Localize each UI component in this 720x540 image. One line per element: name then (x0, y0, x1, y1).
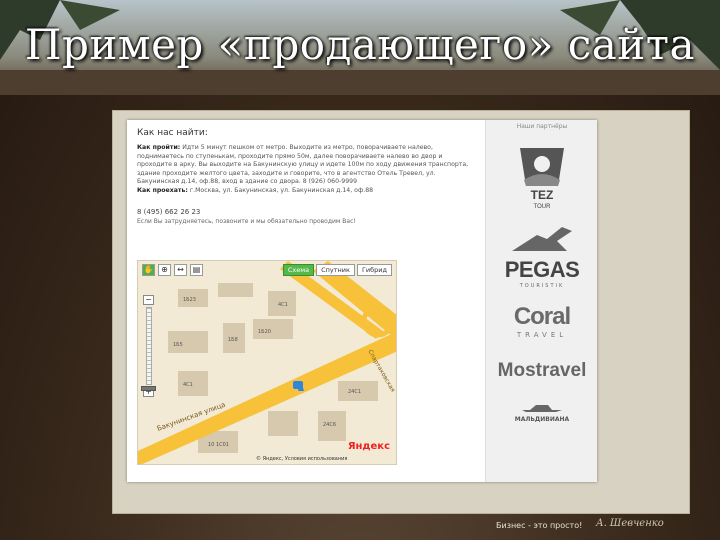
pegas-sub: TOURISTIK (519, 283, 565, 289)
ruler-icon[interactable]: ↔ (174, 264, 187, 276)
building-label: 1Б23 (183, 297, 196, 303)
partner-coral-logo[interactable]: Coral TRAVEL (486, 303, 598, 339)
building-label: 10 1С01 (208, 442, 229, 448)
footer-slogan: Бизнес - это просто! (496, 521, 583, 530)
map-type-satellite[interactable]: Спутник (316, 264, 355, 276)
yandex-map[interactable]: Бакунинская улица Спартаковская 1Б23 4С1… (137, 260, 397, 465)
coral-sub: TRAVEL (516, 331, 568, 339)
building-label: 1Б8 (228, 337, 238, 343)
tez-word: TEZ (531, 188, 554, 202)
coral-word: Coral (513, 303, 571, 330)
address-label: Как проехать: (137, 186, 188, 194)
address-text: г.Москва, ул. Бакунинская, ул. Бакунинск… (189, 186, 374, 194)
how-to-get-text: Идти 5 минут пешком от метро. Выходите и… (137, 144, 469, 186)
maldiviana-word: МАЛЬДИВИАНА (514, 416, 570, 423)
hand-tool-icon[interactable]: ✋ (142, 264, 155, 276)
building-label: 1Б5 (173, 342, 183, 348)
find-us-heading: Как нас найти: (137, 128, 208, 138)
ship-icon (522, 405, 562, 412)
yandex-logo-text: Яндекс (347, 441, 390, 452)
building-label: 1Б20 (258, 329, 271, 335)
yandex-logo[interactable]: Яндекс (348, 441, 390, 452)
partner-mostravel-logo[interactable]: Mostravel (486, 360, 598, 382)
mostravel-word: Mostravel (497, 360, 587, 381)
partners-sidebar: Наши партнёры TEZ TOUR PEGAS TOURISTIK C… (485, 120, 597, 482)
pegas-word: PEGAS (504, 257, 580, 282)
call-notice: Если Вы затрудняетесь, позвоните и мы об… (137, 217, 356, 225)
partner-pegas-logo[interactable]: PEGAS TOURISTIK (486, 225, 598, 289)
slide-title: Пример «продающего» сайта (24, 20, 696, 69)
map-type-scheme[interactable]: Схема (282, 264, 315, 276)
phone-number: 8 (495) 662 26 23 (137, 207, 201, 216)
zoom-area-icon[interactable]: ⊕ (158, 264, 171, 276)
zoom-in-button[interactable]: − (143, 295, 154, 305)
map-type-switcher: Схема Спутник Гибрид (282, 264, 392, 276)
partner-tez-tour-logo[interactable]: TEZ TOUR (486, 144, 598, 214)
tez-tour-icon: TEZ TOUR (520, 148, 564, 210)
how-to-get-label: Как пройти: (137, 144, 181, 151)
zoom-slider[interactable] (146, 307, 152, 385)
zoom-control: − + (141, 295, 156, 397)
map-copyright[interactable]: © Яндекс, Условия использования (256, 456, 347, 462)
print-icon[interactable]: ▤ (190, 264, 203, 276)
map-canvas: Бакунинская улица Спартаковская 1Б23 4С1… (138, 261, 396, 464)
map-toolbar: ✋ ⊕ ↔ ▤ (142, 264, 203, 276)
building-label: 24С6 (323, 422, 336, 428)
pegasus-icon (512, 227, 572, 251)
building-label: 24С1 (348, 389, 361, 395)
zoom-thumb[interactable] (141, 386, 156, 391)
author-signature: А. Шевченко (596, 518, 664, 529)
tez-sub: TOUR (534, 204, 552, 210)
partner-maldiviana-logo[interactable]: МАЛЬДИВИАНА (486, 397, 598, 423)
building-label: 4С1 (183, 382, 193, 388)
map-type-hybrid[interactable]: Гибрид (356, 264, 392, 276)
building-label: 4С1 (278, 302, 288, 308)
partners-header: Наши партнёры (516, 123, 568, 130)
website-screenshot: Как нас найти: Как пройти: Идти 5 минут … (127, 120, 597, 482)
directions-text: Как пройти: Идти 5 минут пешком от метро… (137, 144, 479, 196)
